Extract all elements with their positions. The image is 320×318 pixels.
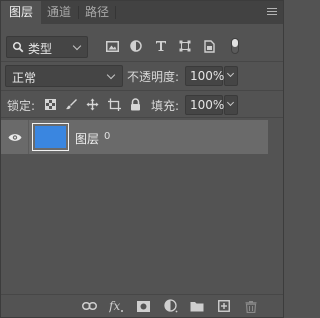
tab-separator <box>115 6 116 19</box>
visibility-toggle[interactable] <box>1 120 28 154</box>
opacity-field[interactable]: 100% <box>185 66 224 86</box>
lock-all-icon[interactable] <box>128 97 142 111</box>
layers-bottom-toolbar: fx <box>1 294 283 317</box>
layer-suffix: 0 <box>104 131 111 142</box>
eye-icon <box>8 133 21 141</box>
lock-position-icon[interactable] <box>85 97 99 111</box>
panel-menu-icon[interactable] <box>267 8 277 16</box>
shape-layer-filter-icon[interactable] <box>178 39 192 53</box>
fill-field[interactable]: 100% <box>185 95 224 115</box>
delete-layer-icon[interactable] <box>243 298 259 314</box>
search-icon <box>12 41 24 53</box>
filter-toggle-icon[interactable] <box>231 38 239 54</box>
svg-text:fx: fx <box>109 299 120 313</box>
tab-channels[interactable]: 通道 <box>41 1 77 24</box>
new-group-icon[interactable] <box>189 298 205 314</box>
chevron-down-icon <box>226 69 235 78</box>
thumbnail-fill <box>35 126 66 148</box>
new-layer-icon[interactable] <box>216 298 232 314</box>
opacity-label: 不透明度: <box>127 70 180 84</box>
adjustment-layer-filter-icon[interactable] <box>129 39 143 53</box>
divider <box>1 90 283 91</box>
smart-object-filter-icon[interactable] <box>202 39 216 53</box>
tab-separator <box>78 6 79 19</box>
link-layers-icon[interactable] <box>81 298 97 314</box>
filter-kind-select[interactable]: 类型 <box>6 36 88 58</box>
layer-name[interactable]: 图层 <box>75 130 99 147</box>
blend-mode-value: 正常 <box>12 71 37 85</box>
column-separator <box>28 120 29 154</box>
lock-transparent-pixels-icon[interactable] <box>43 97 57 111</box>
filter-kind-label: 类型 <box>28 42 53 56</box>
pixel-layer-filter-icon[interactable] <box>105 39 119 53</box>
opacity-dropdown-button[interactable] <box>224 66 238 86</box>
fill-label: 填充: <box>151 99 180 113</box>
prevent-autonest-icon[interactable] <box>107 97 121 111</box>
layer-row[interactable]: 图层 0 <box>1 120 268 154</box>
fill-dropdown-button[interactable] <box>224 95 238 115</box>
new-fill-adjustment-icon[interactable] <box>163 298 179 314</box>
panel-tab-bar: 图层 通道 路径 <box>1 1 283 24</box>
divider <box>1 61 283 62</box>
chevron-down-icon <box>226 98 235 107</box>
chevron-down-icon <box>72 41 82 51</box>
layer-style-fx-icon[interactable]: fx <box>109 298 125 314</box>
divider <box>1 117 283 118</box>
lock-image-pixels-icon[interactable] <box>64 97 78 111</box>
add-mask-icon[interactable] <box>135 298 151 314</box>
lock-label: 锁定: <box>7 99 36 113</box>
tab-paths[interactable]: 路径 <box>80 1 114 24</box>
tab-layers[interactable]: 图层 <box>1 1 41 24</box>
blend-mode-select[interactable]: 正常 <box>5 65 123 87</box>
chevron-down-icon <box>106 70 116 80</box>
layer-thumbnail[interactable] <box>32 123 69 151</box>
type-layer-filter-icon[interactable] <box>154 39 168 53</box>
layers-panel: 图层 通道 路径 类型 正常 不透明度: 100% 锁定: 填充: 100% 图… <box>0 0 284 318</box>
